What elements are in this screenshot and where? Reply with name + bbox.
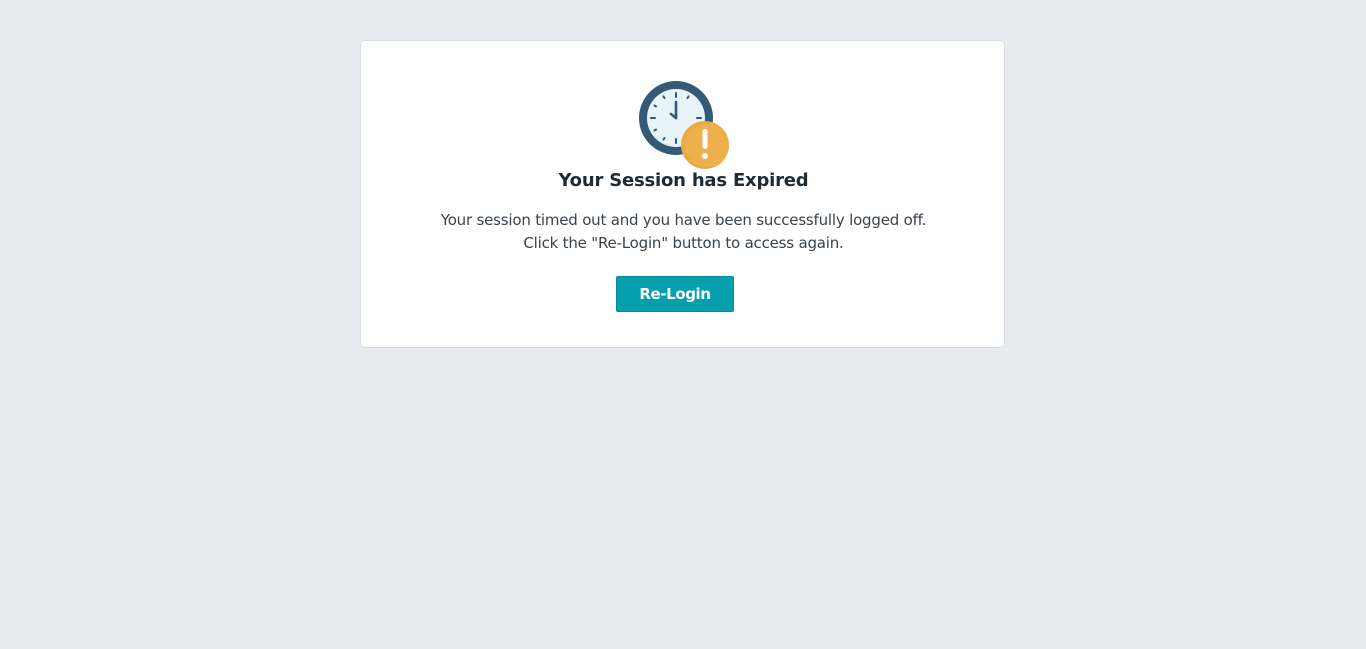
message-line: Your session timed out and you have been… (440, 211, 927, 229)
session-expired-dialog: Your Session has Expired Your session ti… (360, 40, 1005, 348)
message-line: Click the "Re-Login" button to access ag… (523, 234, 844, 252)
clock-warning-icon (638, 80, 730, 170)
dialog-title: Your Session has Expired (558, 170, 809, 191)
dialog-message: Your session timed out and you have been… (361, 209, 1006, 255)
page: Your Session has Expired Your session ti… (0, 0, 1366, 649)
relogin-button[interactable]: Re-Login (616, 276, 734, 312)
